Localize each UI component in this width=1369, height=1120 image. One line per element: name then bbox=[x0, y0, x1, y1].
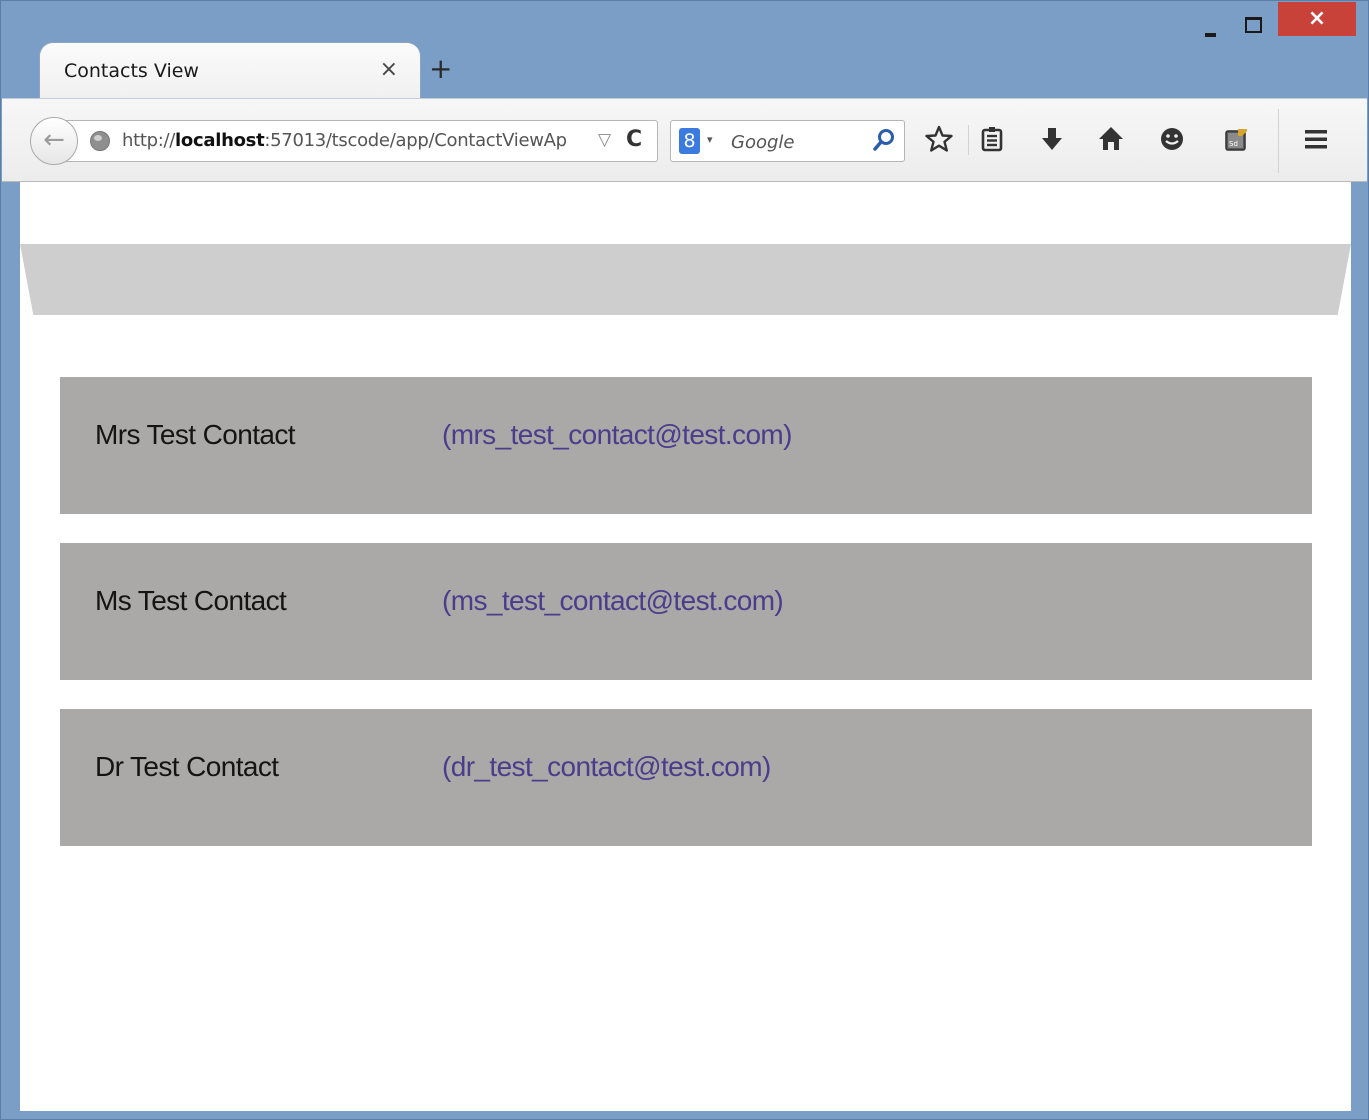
contact-email: (mrs_test_contact@test.com) bbox=[442, 419, 792, 450]
contact-email: (ms_test_contact@test.com) bbox=[442, 585, 784, 616]
contact-name: Mrs Test Contact bbox=[95, 419, 296, 450]
back-button[interactable]: ← bbox=[30, 117, 78, 165]
contact-card[interactable]: Ms Test Contact (ms_test_contact@test.co… bbox=[60, 543, 1312, 680]
google-icon[interactable]: 8 bbox=[679, 128, 700, 154]
minimize-button[interactable] bbox=[1199, 7, 1225, 37]
contact-name: Dr Test Contact bbox=[95, 751, 279, 782]
search-bar: 8 ▾ bbox=[670, 120, 905, 162]
url-text[interactable]: http://localhost:57013/tscode/app/Contac… bbox=[122, 130, 567, 151]
close-window-button[interactable]: × bbox=[1278, 2, 1356, 36]
tab-close-icon[interactable]: × bbox=[380, 57, 398, 82]
home-icon[interactable] bbox=[1091, 119, 1131, 159]
header-banner bbox=[20, 244, 1351, 315]
url-path: :57013/tscode/app/ContactViewAp bbox=[264, 130, 567, 151]
reload-icon[interactable]: C bbox=[626, 127, 642, 152]
maximize-button[interactable] bbox=[1241, 7, 1267, 37]
downloads-icon[interactable] bbox=[1032, 119, 1072, 159]
tab-title: Contacts View bbox=[64, 60, 199, 82]
screenshot-addon-icon[interactable]: Sd bbox=[1216, 119, 1256, 159]
contact-name: Ms Test Contact bbox=[95, 585, 287, 616]
search-icon[interactable] bbox=[871, 127, 897, 155]
svg-text:Sd: Sd bbox=[1229, 140, 1238, 148]
browser-window: Contacts View × + × http://localhost:570… bbox=[0, 0, 1369, 1120]
new-tab-icon[interactable]: + bbox=[429, 54, 452, 84]
globe-icon bbox=[90, 131, 110, 151]
url-history-dropdown-icon[interactable]: ▽ bbox=[598, 130, 611, 150]
toolbar-separator bbox=[968, 125, 969, 155]
navigation-toolbar: http://localhost:57013/tscode/app/Contac… bbox=[2, 98, 1367, 182]
url-prefix: http:// bbox=[122, 130, 176, 151]
window-frame-right bbox=[1351, 182, 1368, 1114]
search-engine-dropdown-icon[interactable]: ▾ bbox=[707, 133, 713, 146]
smiley-icon[interactable] bbox=[1152, 119, 1192, 159]
url-bar[interactable]: http://localhost:57013/tscode/app/Contac… bbox=[66, 120, 658, 162]
window-frame-left bbox=[1, 182, 20, 1114]
window-frame-bottom bbox=[1, 1111, 1368, 1119]
toolbar-separator bbox=[1278, 109, 1279, 173]
tab-contacts-view[interactable]: Contacts View × bbox=[39, 42, 421, 99]
search-input[interactable] bbox=[725, 128, 865, 156]
url-host: localhost bbox=[175, 130, 265, 151]
menu-icon[interactable] bbox=[1296, 119, 1336, 159]
tab-strip: Contacts View × + × bbox=[1, 1, 1368, 99]
reading-list-icon[interactable] bbox=[972, 119, 1012, 159]
contact-card[interactable]: Dr Test Contact (dr_test_contact@test.co… bbox=[60, 709, 1312, 846]
contact-card[interactable]: Mrs Test Contact (mrs_test_contact@test.… bbox=[60, 377, 1312, 514]
contact-email: (dr_test_contact@test.com) bbox=[442, 751, 771, 782]
bookmark-star-icon[interactable] bbox=[919, 119, 959, 159]
